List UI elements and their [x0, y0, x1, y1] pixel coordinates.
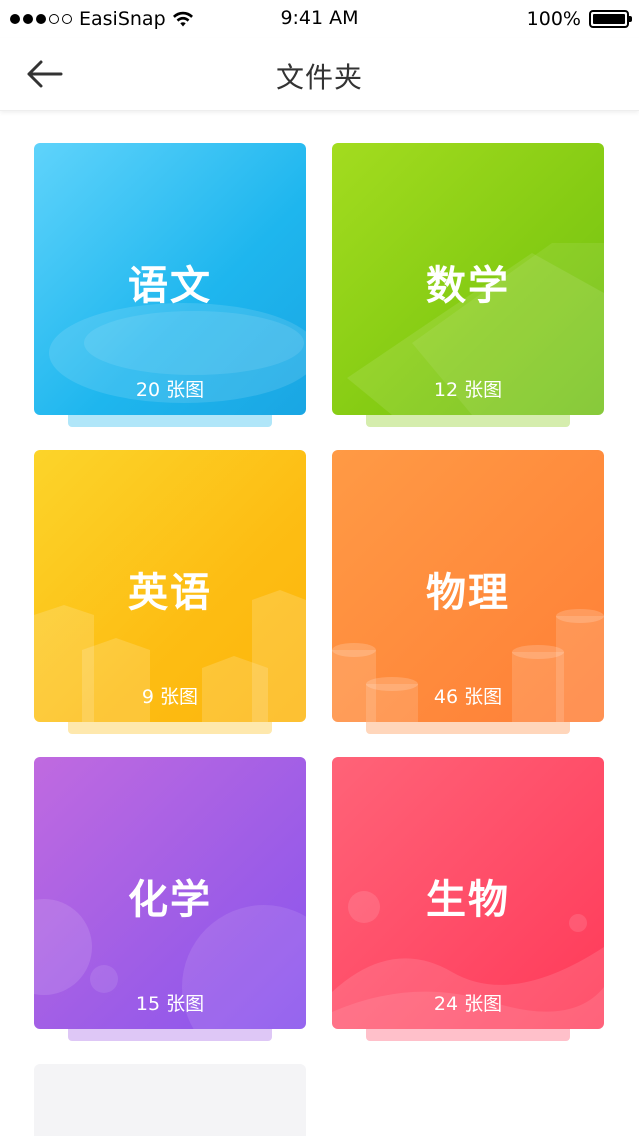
- folder-tile[interactable]: 生物 24 张图: [332, 757, 604, 1029]
- folder-count: 20 张图: [135, 379, 205, 401]
- folder-name: 化学: [128, 877, 212, 923]
- folder-name: 英语: [128, 570, 212, 616]
- folder-tile[interactable]: 语文 20 张图: [34, 143, 306, 415]
- folder-card-chemistry[interactable]: 化学 15 张图: [34, 757, 306, 1047]
- folder-count: 12 张图: [433, 379, 503, 401]
- folder-name: 生物: [426, 877, 510, 923]
- folder-name: 物理: [426, 570, 510, 616]
- folder-card-physics[interactable]: 物理 46 张图: [332, 450, 604, 740]
- nav-bar: 文件夹: [0, 38, 639, 111]
- folder-card-empty[interactable]: [34, 1064, 306, 1136]
- folder-count: 9 张图: [141, 686, 199, 708]
- folder-tile[interactable]: 英语 9 张图: [34, 450, 306, 722]
- battery-percent: 100%: [526, 8, 581, 30]
- folder-count: 46 张图: [433, 686, 503, 708]
- folder-name: 数学: [426, 263, 510, 309]
- status-right: 100%: [526, 8, 632, 30]
- folder-tile[interactable]: 物理 46 张图: [332, 450, 604, 722]
- folder-name: 语文: [128, 263, 212, 309]
- folder-card-math[interactable]: 数学 12 张图: [332, 143, 604, 433]
- status-bar: EasiSnap 9:41 AM 100%: [0, 0, 639, 38]
- folder-card-chinese[interactable]: 语文 20 张图: [34, 143, 306, 433]
- folder-count: 24 张图: [433, 993, 503, 1015]
- folder-tile[interactable]: 数学 12 张图: [332, 143, 604, 415]
- folder-count: 15 张图: [135, 993, 205, 1015]
- page-title: 文件夹: [275, 61, 363, 94]
- battery-icon: [589, 10, 632, 28]
- folder-card-english[interactable]: 英语 9 张图: [34, 450, 306, 740]
- folder-card-biology[interactable]: 生物 24 张图: [332, 757, 604, 1047]
- folder-tile[interactable]: 化学 15 张图: [34, 757, 306, 1029]
